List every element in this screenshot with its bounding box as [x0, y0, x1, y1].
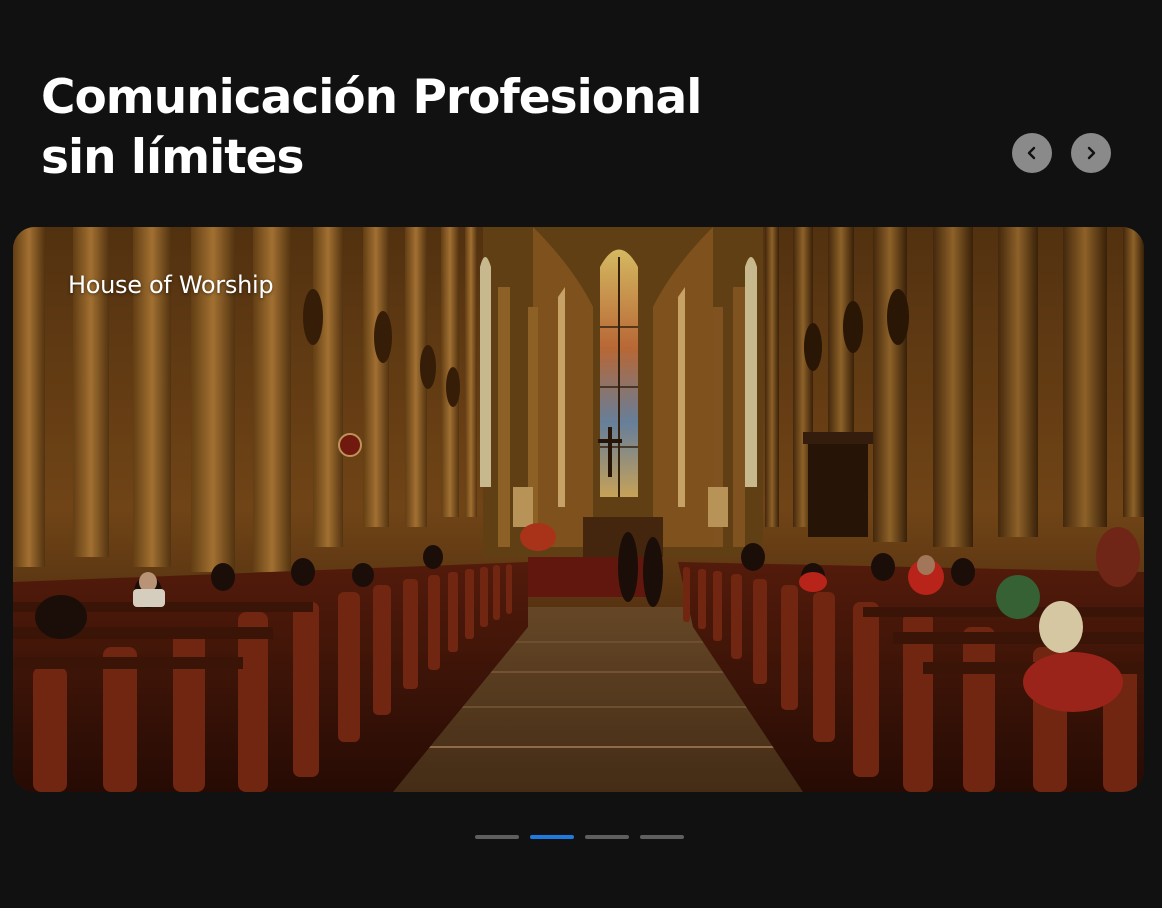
page-title: Comunicación Profesional sin límites [41, 68, 702, 188]
page-title-line-1: Comunicación Profesional [41, 70, 702, 125]
carousel-next-button[interactable] [1071, 133, 1111, 173]
chevron-left-icon [1027, 146, 1036, 160]
pagination-dot-2-active[interactable] [530, 835, 574, 839]
carousel-pagination [475, 835, 684, 839]
pagination-dot-4[interactable] [640, 835, 684, 839]
chevron-right-icon [1087, 146, 1096, 160]
carousel-prev-button[interactable] [1012, 133, 1052, 173]
carousel-slide[interactable]: House of Worship [13, 227, 1144, 792]
page-title-line-2: sin límites [41, 130, 305, 185]
cathedral-interior-image [13, 227, 1144, 792]
pagination-dot-3[interactable] [585, 835, 629, 839]
pagination-dot-1[interactable] [475, 835, 519, 839]
slide-caption: House of Worship [68, 271, 274, 299]
page: Comunicación Profesional sin límites Hou… [0, 0, 1162, 908]
